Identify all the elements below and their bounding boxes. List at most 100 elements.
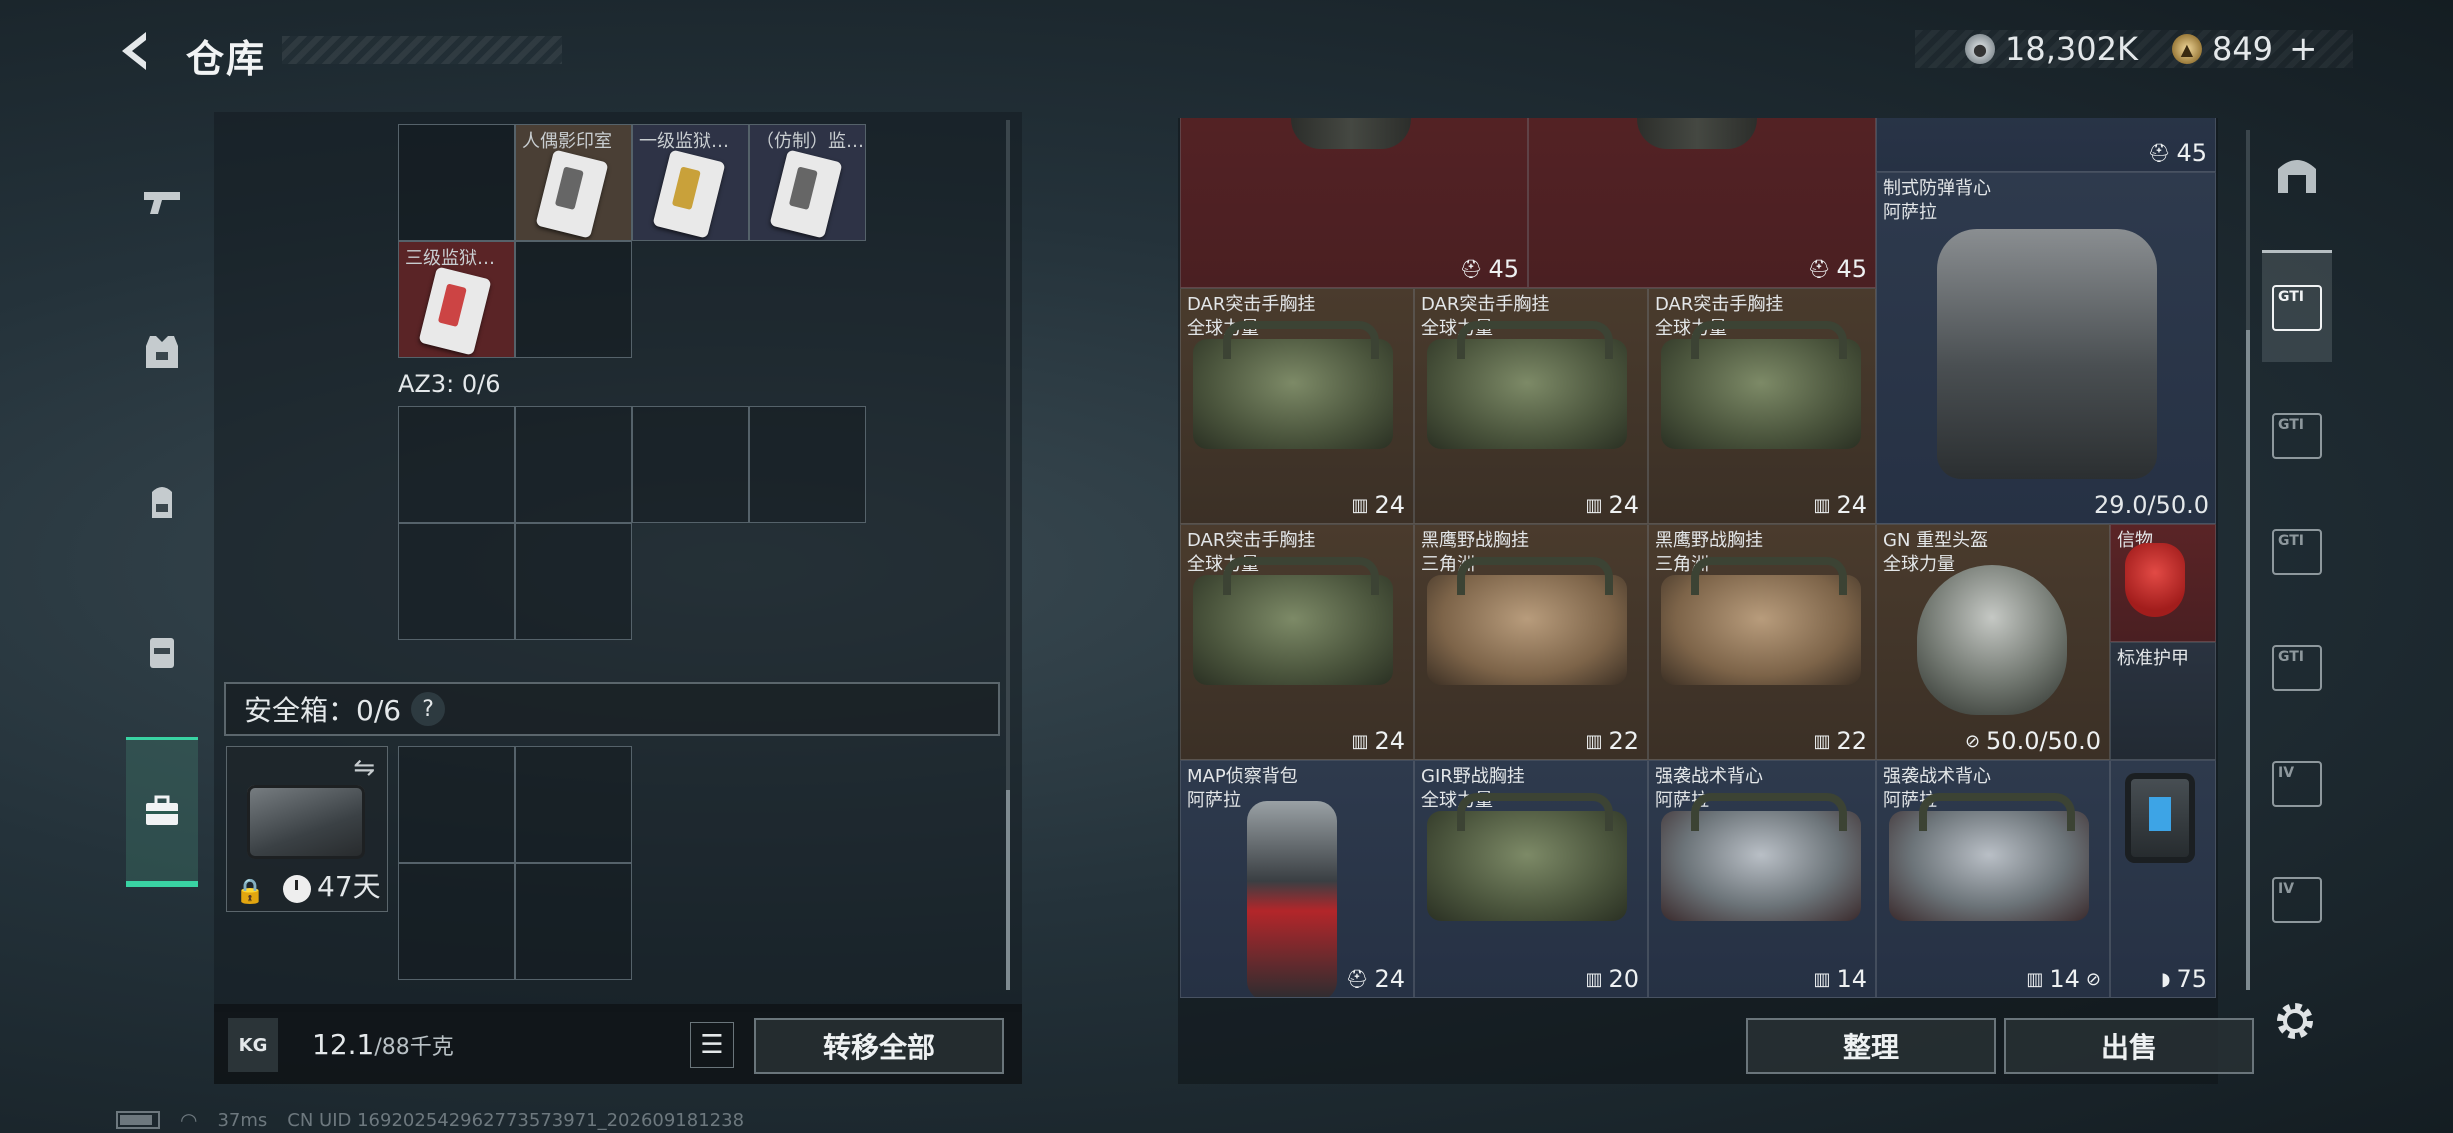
stash-item[interactable]: ⛑ 45 [1180,118,1528,288]
tab-stash-2[interactable]: GTI [2262,380,2332,492]
grid-cell[interactable] [398,523,515,640]
nav-weapons[interactable] [114,127,210,277]
nav-equipment[interactable] [114,277,210,427]
scrollbar-thumb[interactable] [2246,330,2250,990]
item-image [1661,321,1861,449]
item-count: ▥ 24 [1585,491,1639,519]
grid-cell[interactable] [515,241,632,358]
item-image [1889,793,2089,921]
tab-stash-6[interactable]: IV [2262,844,2332,956]
keycard-grid: 人偶影印室 一级监狱… （仿制）监… 三级监狱… [398,124,866,358]
keycard-icon [769,149,843,239]
pistol-icon [144,192,180,214]
wifi-icon: ◠ [180,1108,198,1132]
grid-cell[interactable] [515,863,632,980]
scrollbar-thumb[interactable] [1006,790,1010,990]
safebox-item[interactable]: ⇋ 🔒 47天 [226,746,388,912]
gold-coin-icon: ▲ [2171,34,2202,64]
battery-icon [116,1111,160,1129]
item-image [1917,565,2067,715]
no-repair-icon: ⊘ [2085,968,2101,990]
safebox-image [247,785,365,859]
add-currency-button[interactable]: + [2289,29,2318,69]
keycard-item[interactable]: 三级监狱… [398,241,515,358]
grid-cell[interactable] [515,746,632,863]
tab-label: GTI [2272,413,2322,459]
grid-cell[interactable] [515,523,632,640]
transfer-all-button[interactable]: 转移全部 [754,1018,1004,1074]
stash-item[interactable]: GN 重型头盔 全球力量 ⊘ 50.0/50.0 [1876,524,2110,760]
tab-stash-5[interactable]: IV [2262,728,2332,840]
stash-item[interactable]: 黑鹰野战胸挂 三角洲 ▥ 22 [1648,524,1876,760]
keycard-item[interactable]: 人偶影印室 [515,124,632,241]
item-count: ⛑ 24 [1345,965,1405,993]
weight-max: /88千克 [374,1035,454,1060]
stash-item[interactable]: ⛑ 45 [1528,118,1876,288]
stash-item[interactable]: 信物 [2110,524,2216,642]
keycard-item[interactable]: 一级监狱… [632,124,749,241]
item-image [1427,321,1627,449]
weight-current: 12.1 [312,1028,375,1061]
tab-stash-4[interactable]: GTI [2262,612,2332,724]
stash-item[interactable]: MAP侦察背包 阿萨拉 ⛑ 24 [1180,760,1414,998]
stash-item[interactable]: DAR突击手胸挂 全球力量 ▥ 24 [1648,288,1876,524]
stash-item[interactable]: 强袭战术背心 阿萨拉 ▥ 14 ⊘ [1876,760,2110,998]
lock-icon: 🔒 [235,877,265,905]
item-image [1637,118,1757,149]
nav-rig[interactable] [114,577,210,727]
user-id: CN UID 169202542962773573971_20260918123… [287,1109,745,1131]
back-arrow-icon[interactable] [112,26,162,76]
tab-stash-1[interactable]: GTI [2262,250,2332,362]
toolbox-icon [146,795,178,825]
tab-overview[interactable] [2262,118,2332,230]
grid-cell[interactable] [632,406,749,523]
stash-item[interactable]: DAR突击手胸挂 全球力量 ▥ 24 [1414,288,1648,524]
stash-item[interactable]: 强袭战术背心 阿萨拉 ▥ 14 [1648,760,1876,998]
grid-cell[interactable] [398,124,515,241]
item-name: 一级监狱… [639,131,729,152]
sort-button[interactable]: 整理 [1746,1018,1996,1074]
stash-item[interactable]: 黑鹰野战胸挂 三角洲 ▥ 22 [1414,524,1648,760]
help-icon[interactable]: ? [411,692,446,726]
item-count: ▥ 24 [1351,491,1405,519]
list-view-button[interactable]: ☰ [690,1022,734,1068]
grid-cell[interactable] [749,406,866,523]
tab-label: GTI [2272,645,2322,691]
grid-cell[interactable] [398,406,515,523]
rig-icon: ▥ [1351,730,1369,752]
silver-coin-icon: ● [1965,34,1995,64]
tab-stash-3[interactable]: GTI [2262,496,2332,608]
grid-cell[interactable] [398,746,515,863]
item-count: ▥ 22 [1813,727,1867,755]
stash-item[interactable]: ⛑ 45 [1876,118,2216,172]
nav-safebox[interactable] [126,737,198,887]
title-decoration [282,36,562,64]
grid-cell[interactable] [398,863,515,980]
stash-item[interactable]: DAR突击手胸挂 全球力量 ▥ 24 [1180,288,1414,524]
item-name: （仿制）监… [756,131,864,152]
sell-button[interactable]: 出售 [2004,1018,2254,1074]
swap-icon[interactable]: ⇋ [353,753,375,783]
stash-item[interactable]: 制式防弹背心 阿萨拉 29.0/50.0 [1876,172,2216,524]
keycard-icon [535,149,609,239]
item-name: 人偶影印室 [522,131,612,152]
rig-icon: ▥ [2026,968,2044,990]
nav-backpack[interactable] [114,427,210,577]
stash-grid: ⛑ 45 ⛑ 45 ⛑ 45 制式防弹背心 阿萨拉 29.0/50.0 DAR突击手胸… [1180,118,2236,998]
category-nav [114,112,210,902]
item-image [1937,229,2157,479]
item-image [1427,557,1627,685]
keycard-item[interactable]: （仿制）监… [749,124,866,241]
keycard-icon [418,266,492,356]
grid-cell[interactable] [515,406,632,523]
item-count: ⛑ 45 [2147,139,2207,167]
item-image [1247,801,1337,997]
stash-item[interactable]: 标准护甲 [2110,642,2216,760]
stash-item[interactable]: ◗ 75 [2110,760,2216,998]
stash-tabs: GTI GTI GTI GTI IV IV [2262,118,2332,978]
rig-icon: ▥ [1813,968,1831,990]
stash-item[interactable]: DAR突击手胸挂 全球力量 ▥ 24 [1180,524,1414,760]
status-bar: ◠ 37ms CN UID 169202542962773573971_2026… [116,1108,744,1132]
stash-item[interactable]: GIR野战胸挂 全球力量 ▥ 20 [1414,760,1648,998]
settings-gear-icon[interactable] [2270,996,2320,1046]
